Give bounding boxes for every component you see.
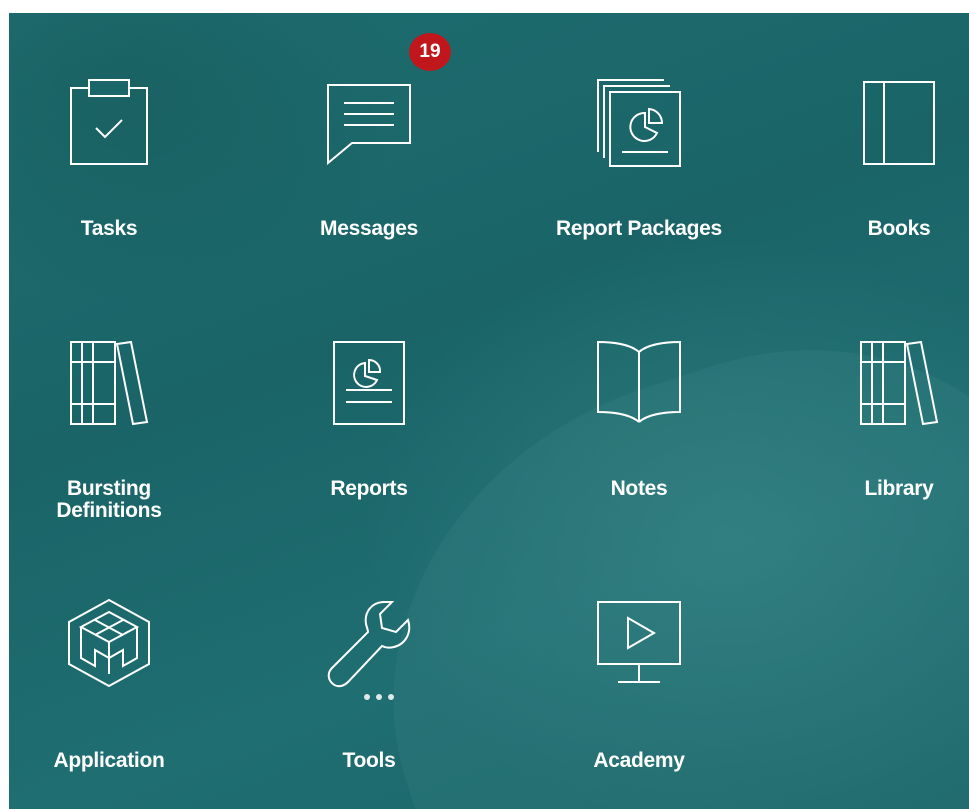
- tile-label: Application: [53, 749, 165, 772]
- tile-reports[interactable]: Reports: [259, 308, 479, 538]
- open-book-icon: [529, 308, 749, 458]
- tile-tools[interactable]: Tools: [259, 568, 479, 798]
- tile-label: Academy: [593, 749, 685, 772]
- tile-label: Tasks: [80, 217, 138, 240]
- tile-notes[interactable]: Notes: [529, 308, 749, 538]
- tile-label: Reports: [330, 477, 408, 500]
- dot: [388, 694, 394, 700]
- video-monitor-icon: [529, 568, 749, 718]
- clipboard-check-icon: [9, 48, 219, 198]
- dot: [376, 694, 382, 700]
- tile-bursting-definitions[interactable]: Bursting Definitions: [9, 308, 219, 538]
- messages-count-badge: 19: [409, 33, 451, 71]
- library-icon: [789, 308, 969, 458]
- message-bubble-icon: [259, 48, 479, 198]
- tile-label: Messages: [320, 217, 418, 240]
- springboard-panel: Tasks Messages Report Packages Books Bur…: [9, 13, 969, 809]
- binders-icon: [9, 308, 219, 458]
- dot: [364, 694, 370, 700]
- tile-label: Books: [867, 217, 931, 240]
- tile-academy[interactable]: Academy: [529, 568, 749, 798]
- tile-label: Notes: [610, 477, 668, 500]
- report-icon: [259, 308, 479, 458]
- tile-label: Tools: [342, 749, 396, 772]
- tile-tasks[interactable]: Tasks: [9, 48, 219, 278]
- tile-library[interactable]: Library: [789, 308, 969, 538]
- tile-label: Report Packages: [556, 217, 722, 240]
- report-packages-icon: [529, 48, 749, 198]
- tile-messages[interactable]: Messages: [259, 48, 479, 278]
- tile-label: Bursting Definitions: [56, 477, 162, 522]
- tile-report-packages[interactable]: Report Packages: [529, 48, 749, 278]
- cube-icon: [9, 568, 219, 718]
- tile-application[interactable]: Application: [9, 568, 219, 798]
- more-options-icon[interactable]: [354, 691, 404, 703]
- tile-label: Library: [864, 477, 934, 500]
- book-icon: [789, 48, 969, 198]
- tile-books[interactable]: Books: [789, 48, 969, 278]
